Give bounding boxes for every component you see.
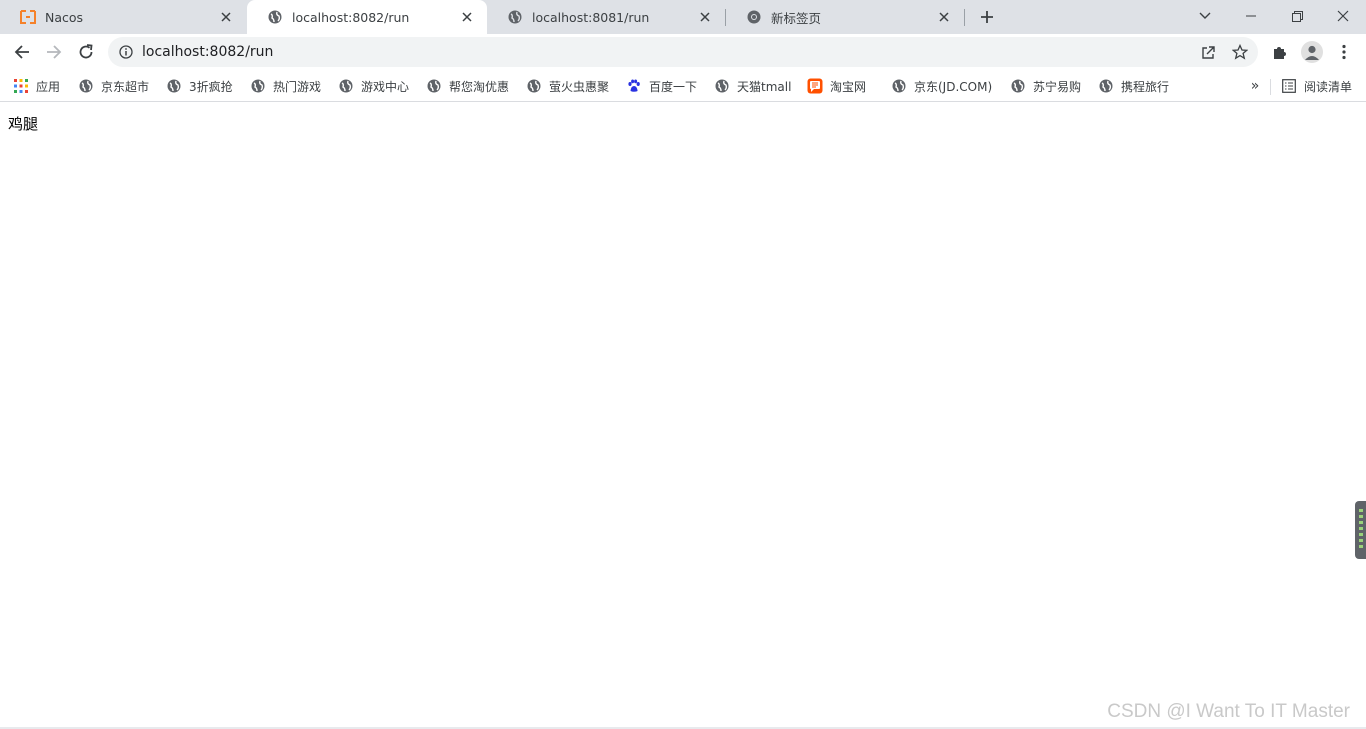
bookmark-item[interactable]: 帮您淘优惠 xyxy=(426,76,509,96)
bookmark-item[interactable]: 百度一下 xyxy=(626,76,697,96)
plus-icon xyxy=(981,11,993,23)
bookmarks-bar: 应用 京东超市 3折疯抢 热门游戏 游戏中心 帮您淘优惠 萤火虫惠聚 百度一下 … xyxy=(0,70,1366,102)
arrow-right-icon xyxy=(47,45,62,59)
bookmark-label: 天猫tmall xyxy=(737,79,792,94)
reading-list-icon xyxy=(1281,78,1297,94)
avatar xyxy=(1301,41,1323,63)
bookmark-label: 百度一下 xyxy=(649,79,698,94)
bookmark-item[interactable]: 苏宁易购 xyxy=(1010,76,1081,96)
star-icon xyxy=(1232,44,1248,60)
globe-icon xyxy=(166,78,182,94)
close-icon xyxy=(1337,10,1349,22)
tab-title: localhost:8082/run xyxy=(292,9,410,25)
tab-localhost-8081[interactable]: localhost:8081/run xyxy=(487,0,725,34)
reading-list-button[interactable]: 阅读清单 xyxy=(1281,76,1352,96)
bookmark-label: 淘宝网 xyxy=(830,79,867,94)
tab-separator xyxy=(964,9,965,26)
globe-icon xyxy=(78,78,94,94)
bookmark-apps[interactable]: 应用 xyxy=(13,76,60,96)
bookmark-label: 应用 xyxy=(36,79,61,94)
close-window-button[interactable] xyxy=(1320,0,1366,32)
apps-grid-icon xyxy=(13,78,29,94)
close-icon[interactable] xyxy=(697,9,713,25)
minimize-icon xyxy=(1246,15,1256,17)
tab-strip: Nacos localhost:8082/run localhost:8081/… xyxy=(0,0,1366,34)
share-button[interactable] xyxy=(1196,40,1220,64)
globe-icon xyxy=(267,9,283,25)
bookmark-label: 京东超市 xyxy=(101,79,150,94)
side-panel-handle[interactable] xyxy=(1355,501,1366,559)
bookmark-label: 热门游戏 xyxy=(273,79,322,94)
address-input[interactable] xyxy=(142,44,1142,60)
watermark: CSDN @I Want To IT Master xyxy=(1107,701,1350,722)
bookmark-item[interactable]: 天猫tmall xyxy=(714,76,791,96)
bookmark-label: 3折疯抢 xyxy=(189,79,233,94)
taobao-icon xyxy=(807,78,823,94)
more-vert-icon xyxy=(1342,44,1346,60)
tab-search-button[interactable] xyxy=(1182,0,1228,32)
close-icon[interactable] xyxy=(936,9,952,25)
share-icon xyxy=(1201,45,1215,59)
globe-icon xyxy=(1010,78,1026,94)
puzzle-icon xyxy=(1274,47,1286,59)
chevron-down-icon xyxy=(1199,12,1211,19)
bookmark-star-button[interactable] xyxy=(1228,40,1252,64)
menu-button[interactable] xyxy=(1330,38,1358,66)
bookmark-label: 京东(JD.COM) xyxy=(914,79,993,94)
globe-icon xyxy=(714,78,730,94)
bookmarks-divider xyxy=(1270,79,1271,95)
bookmark-label: 苏宁易购 xyxy=(1033,79,1082,94)
back-button[interactable] xyxy=(8,38,36,66)
browser-toolbar xyxy=(0,34,1366,70)
bookmark-item[interactable]: 萤火虫惠聚 xyxy=(526,76,609,96)
forward-button[interactable] xyxy=(40,38,68,66)
tab-localhost-8082[interactable]: localhost:8082/run xyxy=(247,0,487,34)
extensions-button[interactable] xyxy=(1266,38,1294,66)
tab-new-tab-page[interactable]: 新标签页 xyxy=(726,0,964,34)
baidu-paw-icon xyxy=(626,78,642,94)
close-icon[interactable] xyxy=(218,9,234,25)
minimize-button[interactable] xyxy=(1228,0,1274,32)
profile-button[interactable] xyxy=(1298,38,1326,66)
globe-icon xyxy=(1098,78,1114,94)
globe-icon xyxy=(891,78,907,94)
close-icon[interactable] xyxy=(459,9,475,25)
restore-button[interactable] xyxy=(1274,0,1320,32)
nacos-icon xyxy=(20,9,36,25)
bookmark-item[interactable]: 京东(JD.COM) xyxy=(891,76,992,96)
bookmark-item[interactable]: 京东超市 xyxy=(78,76,149,96)
bookmark-label: 携程旅行 xyxy=(1121,79,1170,94)
reload-icon xyxy=(79,44,93,59)
restore-icon xyxy=(1291,10,1303,22)
tab-title: Nacos xyxy=(45,9,84,25)
globe-icon xyxy=(338,78,354,94)
bookmark-item[interactable]: 3折疯抢 xyxy=(166,76,233,96)
globe-icon xyxy=(250,78,266,94)
reload-button[interactable] xyxy=(72,38,100,66)
site-info-icon[interactable] xyxy=(118,44,134,60)
tab-nacos[interactable]: Nacos xyxy=(0,0,246,34)
globe-icon xyxy=(426,78,442,94)
tab-title: localhost:8081/run xyxy=(532,9,650,25)
chrome-icon xyxy=(746,9,762,25)
bookmarks-overflow-button[interactable]: » xyxy=(1245,76,1265,96)
bookmark-label: 游戏中心 xyxy=(361,79,410,94)
bookmark-item[interactable]: 热门游戏 xyxy=(250,76,321,96)
tab-title: 新标签页 xyxy=(771,10,822,26)
bookmark-label: 帮您淘优惠 xyxy=(449,79,510,94)
page-body-text: 鸡腿 xyxy=(8,115,39,133)
address-bar[interactable] xyxy=(108,37,1258,67)
bookmark-item[interactable]: 淘宝网 xyxy=(807,76,866,96)
arrow-left-icon xyxy=(14,45,29,59)
new-tab-button[interactable] xyxy=(975,6,999,28)
bookmark-item[interactable]: 携程旅行 xyxy=(1098,76,1169,96)
reading-list-label: 阅读清单 xyxy=(1304,79,1353,94)
globe-icon xyxy=(526,78,542,94)
globe-icon xyxy=(507,9,523,25)
bookmark-label: 萤火虫惠聚 xyxy=(549,79,610,94)
bookmark-item[interactable]: 游戏中心 xyxy=(338,76,409,96)
